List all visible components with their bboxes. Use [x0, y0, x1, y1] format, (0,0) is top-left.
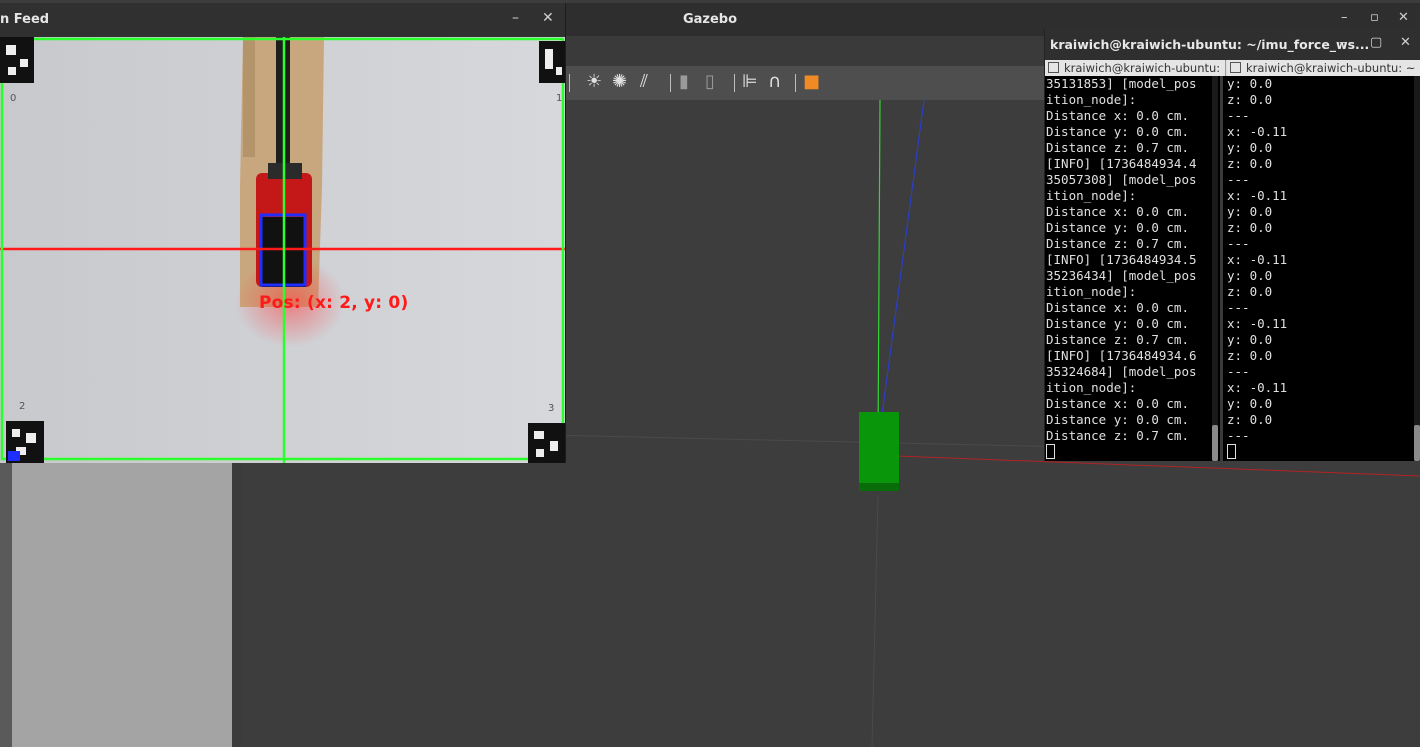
terminal-maximize-button[interactable]: ▢ [1370, 35, 1382, 50]
camera-image: 0 1 2 3 Pos: (x: 2, y: 0) [0, 37, 565, 463]
terminal-cursor [1046, 444, 1055, 459]
paste-icon[interactable]: ▯ [705, 72, 715, 92]
terminal-tab-icon [1230, 62, 1241, 73]
aruco-marker-3 [528, 423, 565, 463]
y-axis-line [877, 100, 881, 446]
terminal-output: y: 0.0 z: 0.0 --- x: -0.11 y: 0.0 z: 0.0… [1227, 76, 1288, 443]
toolbar-separator [670, 74, 671, 92]
terminal-tab[interactable]: kraiwich@kraiwich-ubuntu: ~ [1045, 60, 1226, 76]
terminal-pane-right[interactable]: y: 0.0 z: 0.0 --- x: -0.11 y: 0.0 z: 0.0… [1227, 76, 1412, 461]
aruco-marker-0 [0, 37, 34, 83]
terminal-tab-label: kraiwich@kraiwich-ubuntu: ~ [1064, 61, 1226, 75]
snap-icon[interactable]: ∩ [768, 72, 781, 92]
toolbar-separator [569, 74, 570, 92]
pane-splitter[interactable] [1220, 76, 1223, 461]
marker-id-label: 3 [548, 403, 555, 414]
z-axis-line [877, 100, 925, 446]
terminal-scrollbar[interactable] [1414, 76, 1420, 461]
terminal-pane-left[interactable]: 35131853] [model_pos ition_node]: Distan… [1046, 76, 1209, 461]
terminal-tab-label: kraiwich@kraiwich-ubuntu: ~ [1246, 61, 1416, 75]
gazebo-restore-button[interactable]: ▫ [1370, 10, 1379, 25]
camera-minimize-button[interactable]: – [512, 10, 519, 26]
gazebo-close-button[interactable]: ✕ [1398, 10, 1409, 25]
camera-feed-window: n Feed – ✕ 0 1 2 3 Pos: (x: 2, y: 0) [0, 3, 566, 463]
camera-feed-title: n Feed [0, 12, 50, 27]
camera-feed-titlebar[interactable]: n Feed – ✕ [0, 3, 565, 37]
green-box-model [859, 412, 899, 483]
marker-id-label: 2 [19, 401, 26, 412]
change-view-icon[interactable]: ■ [803, 72, 820, 92]
gazebo-minimize-button[interactable]: – [1341, 10, 1348, 25]
terminal-output: 35131853] [model_pos ition_node]: Distan… [1046, 76, 1197, 443]
terminal-cursor [1227, 444, 1236, 459]
toolbar-separator [734, 74, 735, 92]
align-icon[interactable]: ⊫ [742, 72, 758, 92]
terminal-tab-bar: kraiwich@kraiwich-ubuntu: ~ kraiwich@kra… [1045, 60, 1420, 76]
spot-light-icon[interactable]: ✺ [612, 72, 627, 92]
toolbar-separator [795, 74, 796, 92]
terminal-close-button[interactable]: ✕ [1400, 35, 1411, 50]
terminal-scrollbar[interactable] [1212, 76, 1218, 461]
ground-grid-line [871, 494, 879, 747]
aruco-marker-1 [539, 41, 565, 83]
terminal-tab[interactable]: kraiwich@kraiwich-ubuntu: ~ [1227, 60, 1420, 76]
rail-shadow [243, 37, 255, 157]
terminal-minimize-button[interactable]: – [1339, 35, 1346, 50]
green-box-model-side [859, 483, 899, 491]
sun-light-icon[interactable]: ☀ [586, 72, 602, 92]
aruco-marker-2 [6, 421, 44, 463]
position-readout: Pos: (x: 2, y: 0) [259, 293, 409, 313]
marker-id-label: 0 [10, 93, 17, 104]
terminal-title: kraiwich@kraiwich-ubuntu: ~/imu_force_ws… [1050, 37, 1370, 52]
terminal-titlebar[interactable]: kraiwich@kraiwich-ubuntu: ~/imu_force_ws… [1045, 29, 1420, 60]
terminal-tab-icon [1048, 62, 1059, 73]
directional-light-icon[interactable]: ⫽ [640, 72, 648, 92]
camera-close-button[interactable]: ✕ [542, 10, 554, 26]
copy-icon[interactable]: ▮ [679, 72, 689, 92]
terminal-window: kraiwich@kraiwich-ubuntu: ~/imu_force_ws… [1044, 29, 1420, 461]
marker-id-label: 1 [556, 93, 563, 104]
